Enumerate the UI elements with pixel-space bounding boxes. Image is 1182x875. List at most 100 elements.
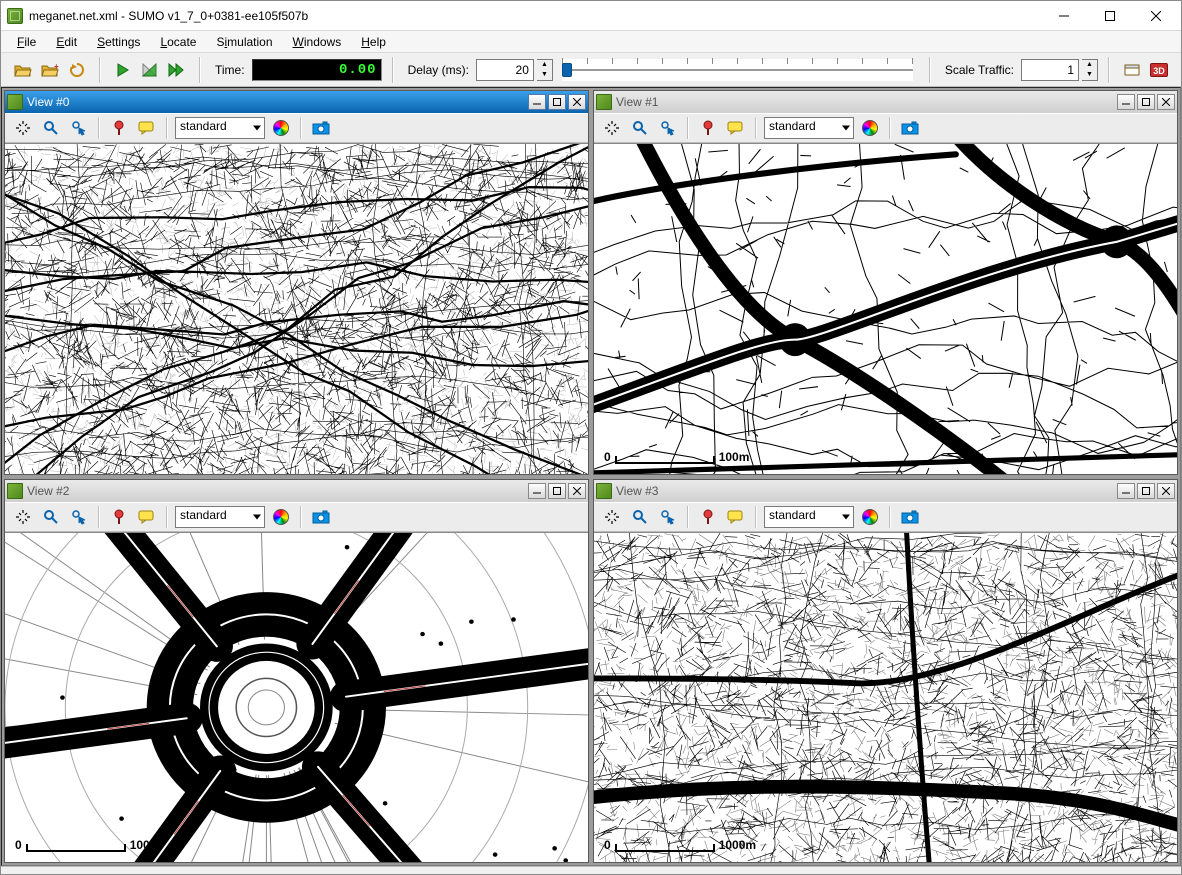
view-3-minimize[interactable]	[1117, 483, 1135, 499]
view-0-titlebar[interactable]: View #0	[5, 91, 588, 113]
menu-settings[interactable]: Settings	[89, 33, 148, 51]
view-2-maximize[interactable]	[548, 483, 566, 499]
view-1-title: View #1	[616, 95, 658, 109]
viewport-icon[interactable]	[656, 505, 680, 529]
view-2-map[interactable]: 0100m	[5, 532, 588, 863]
view-3-close[interactable]	[1157, 483, 1175, 499]
locate-icon[interactable]	[107, 505, 131, 529]
scale-traffic-spinner[interactable]: ▲▼	[1082, 59, 1098, 81]
view-0-scheme-select[interactable]: standard	[175, 117, 265, 139]
tooltip-icon[interactable]	[135, 505, 159, 529]
view-1-titlebar[interactable]: View #1	[594, 91, 1177, 113]
view-0: View #0 standard	[4, 90, 589, 475]
menubar: File Edit Settings Locate Simulation Win…	[1, 31, 1181, 53]
colorwheel-icon[interactable]	[858, 505, 882, 529]
viewport-icon[interactable]	[67, 505, 91, 529]
zoom-icon[interactable]	[628, 116, 652, 140]
screenshot-icon[interactable]	[898, 505, 922, 529]
view-1: View #1 standard 0100m	[593, 90, 1178, 475]
time-display[interactable]: 0.00	[252, 59, 382, 81]
colorwheel-icon[interactable]	[858, 116, 882, 140]
view-3: View #3 standard 01000m	[593, 479, 1178, 864]
play-button[interactable]	[111, 58, 135, 82]
menu-help[interactable]: Help	[353, 33, 394, 51]
viewport-icon[interactable]	[67, 116, 91, 140]
view-3-title: View #3	[616, 484, 658, 498]
open-button[interactable]	[11, 58, 35, 82]
view-2-titlebar[interactable]: View #2	[5, 480, 588, 502]
view-1-close[interactable]	[1157, 94, 1175, 110]
view-0-maximize[interactable]	[548, 94, 566, 110]
view-2-toolbar: standard	[5, 502, 588, 532]
mdi-area: View #0 standard View #1	[1, 87, 1181, 866]
3d-button[interactable]: 3D	[1147, 58, 1171, 82]
tooltip-icon[interactable]	[724, 116, 748, 140]
titlebar: meganet.net.xml - SUMO v1_7_0+0381-ee105…	[1, 1, 1181, 31]
recenter-icon[interactable]	[11, 505, 35, 529]
locate-icon[interactable]	[696, 116, 720, 140]
tooltip-icon[interactable]	[724, 505, 748, 529]
view-3-maximize[interactable]	[1137, 483, 1155, 499]
minimize-button[interactable]	[1041, 1, 1087, 31]
view-icon	[596, 483, 612, 499]
screenshot-icon[interactable]	[309, 116, 333, 140]
statusbar	[1, 866, 1181, 874]
delay-label: Delay (ms):	[404, 63, 473, 77]
view-icon	[7, 483, 23, 499]
svg-text:+: +	[54, 62, 59, 71]
view-0-toolbar: standard	[5, 113, 588, 143]
view-0-minimize[interactable]	[528, 94, 546, 110]
view-3-titlebar[interactable]: View #3	[594, 480, 1177, 502]
view-1-minimize[interactable]	[1117, 94, 1135, 110]
scale-traffic-label: Scale Traffic:	[941, 63, 1018, 77]
recenter-icon[interactable]	[600, 116, 624, 140]
menu-file[interactable]: File	[9, 33, 44, 51]
view-0-title: View #0	[27, 95, 69, 109]
colorwheel-icon[interactable]	[269, 116, 293, 140]
colorwheel-icon[interactable]	[269, 505, 293, 529]
view-1-maximize[interactable]	[1137, 94, 1155, 110]
view-3-toolbar: standard	[594, 502, 1177, 532]
zoom-icon[interactable]	[39, 505, 63, 529]
main-toolbar: + Time: 0.00 Delay (ms): ▲▼ Scale Traffi…	[1, 53, 1181, 87]
view-1-toolbar: standard	[594, 113, 1177, 143]
time-label: Time:	[211, 63, 249, 77]
view-0-map[interactable]	[5, 143, 588, 474]
view-2-scheme-select[interactable]: standard	[175, 506, 265, 528]
tooltip-icon[interactable]	[135, 116, 159, 140]
menu-edit[interactable]: Edit	[48, 33, 85, 51]
step-button[interactable]	[138, 58, 162, 82]
view-0-close[interactable]	[568, 94, 586, 110]
recenter-icon[interactable]	[11, 116, 35, 140]
view-3-map[interactable]: 01000m	[594, 532, 1177, 863]
locate-icon[interactable]	[107, 116, 131, 140]
menu-simulation[interactable]: Simulation	[208, 33, 280, 51]
locate-icon[interactable]	[696, 505, 720, 529]
zoom-icon[interactable]	[39, 116, 63, 140]
scale-traffic-input[interactable]	[1021, 59, 1079, 81]
delay-spinner[interactable]: ▲▼	[537, 59, 553, 81]
view-2-title: View #2	[27, 484, 69, 498]
open-additional-button[interactable]: +	[38, 58, 62, 82]
view-1-scheme-select[interactable]: standard	[764, 117, 854, 139]
view-3-scheme-select[interactable]: standard	[764, 506, 854, 528]
view-icon	[596, 94, 612, 110]
view-2-close[interactable]	[568, 483, 586, 499]
delay-input[interactable]	[476, 59, 534, 81]
recenter-icon[interactable]	[600, 505, 624, 529]
view-2-minimize[interactable]	[528, 483, 546, 499]
delay-slider[interactable]	[562, 59, 913, 81]
screenshot-icon[interactable]	[309, 505, 333, 529]
zoom-icon[interactable]	[628, 505, 652, 529]
menu-windows[interactable]: Windows	[285, 33, 350, 51]
menu-locate[interactable]: Locate	[152, 33, 204, 51]
screenshot-icon[interactable]	[898, 116, 922, 140]
reload-button[interactable]	[65, 58, 89, 82]
viewport-icon[interactable]	[656, 116, 680, 140]
fast-forward-button[interactable]	[165, 58, 189, 82]
maximize-button[interactable]	[1087, 1, 1133, 31]
app-icon	[7, 8, 23, 24]
new-view-button[interactable]	[1120, 58, 1144, 82]
view-1-map[interactable]: 0100m	[594, 143, 1177, 474]
close-button[interactable]	[1133, 1, 1179, 31]
